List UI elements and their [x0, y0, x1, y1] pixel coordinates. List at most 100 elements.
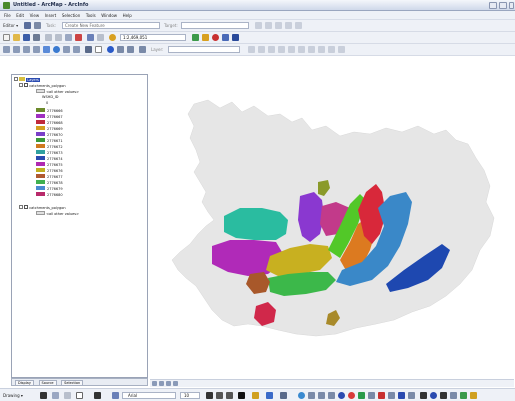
network-tool-3-icon[interactable]	[328, 392, 335, 399]
zoom-in-icon[interactable]	[3, 46, 10, 53]
maximize-button[interactable]	[499, 2, 507, 9]
georef-tool-1-icon[interactable]	[248, 46, 255, 53]
italic-icon[interactable]	[216, 392, 223, 399]
collapse-icon[interactable]	[14, 77, 18, 81]
full-extent-icon[interactable]	[53, 46, 60, 53]
fixed-zoom-in-icon[interactable]	[23, 46, 30, 53]
tab-display[interactable]: Display	[15, 380, 34, 386]
edit-tool-icon[interactable]	[24, 22, 31, 29]
zoom-out-icon[interactable]	[13, 46, 20, 53]
select-elements-icon[interactable]	[95, 46, 102, 53]
previous-extent-icon[interactable]	[63, 46, 70, 53]
menu-edit[interactable]: Edit	[16, 13, 24, 18]
layout-view-icon[interactable]	[159, 381, 164, 386]
refresh-icon[interactable]	[166, 381, 171, 386]
chart-icon[interactable]	[460, 392, 467, 399]
close-button[interactable]	[509, 2, 514, 9]
hyperlink-icon[interactable]	[139, 46, 146, 53]
redo-icon[interactable]	[97, 34, 104, 41]
open-folder-icon[interactable]	[13, 34, 20, 41]
menu-file[interactable]: File	[4, 13, 11, 18]
georef-tool-5-icon[interactable]	[288, 46, 295, 53]
menu-tools[interactable]: Tools	[86, 13, 96, 18]
network-tool-6-icon[interactable]	[358, 392, 365, 399]
measure-icon[interactable]	[127, 46, 134, 53]
network-tool-9-icon[interactable]	[388, 392, 395, 399]
edit-vertices-icon[interactable]	[112, 392, 119, 399]
network-tool-1-icon[interactable]	[308, 392, 315, 399]
info-icon[interactable]	[430, 392, 437, 399]
save-icon[interactable]	[23, 34, 30, 41]
identify-icon[interactable]	[107, 46, 114, 53]
rotate-icon[interactable]	[52, 392, 59, 399]
georef-tool-10-icon[interactable]	[338, 46, 345, 53]
network-tool-11-icon[interactable]	[408, 392, 415, 399]
help-icon[interactable]	[470, 392, 477, 399]
select-elements-arrow-icon[interactable]	[40, 392, 47, 399]
underline-icon[interactable]	[226, 392, 233, 399]
rotate-tool-icon[interactable]	[265, 22, 272, 29]
collapse-icon[interactable]	[19, 205, 23, 209]
copy-icon[interactable]	[55, 34, 62, 41]
menu-selection[interactable]: Selection	[62, 13, 80, 18]
fixed-zoom-out-icon[interactable]	[33, 46, 40, 53]
map-display[interactable]	[150, 74, 514, 379]
rectangle-icon[interactable]	[76, 392, 83, 399]
print-icon[interactable]	[33, 34, 40, 41]
find-icon[interactable]	[117, 46, 124, 53]
binoculars-icon[interactable]	[440, 392, 447, 399]
sketch-properties-icon[interactable]	[285, 22, 292, 29]
georef-tool-7-icon[interactable]	[308, 46, 315, 53]
network-tool-7-icon[interactable]	[368, 392, 375, 399]
globe-icon[interactable]	[298, 392, 305, 399]
toc-root-label[interactable]: Layers	[26, 78, 40, 82]
line-color-icon[interactable]	[266, 392, 273, 399]
network-tool-4-icon[interactable]	[338, 392, 345, 399]
georef-tool-8-icon[interactable]	[318, 46, 325, 53]
menu-view[interactable]: View	[30, 13, 40, 18]
attributes-icon[interactable]	[275, 22, 282, 29]
zoom-whole-page-icon[interactable]	[64, 392, 71, 399]
layer2-name[interactable]: catchments_polygon	[29, 206, 65, 210]
layer-visibility-checkbox[interactable]	[24, 83, 29, 87]
paste-icon[interactable]	[65, 34, 72, 41]
edit-annotation-icon[interactable]	[295, 22, 302, 29]
cut-icon[interactable]	[45, 34, 52, 41]
next-extent-icon[interactable]	[73, 46, 80, 53]
flag-icon[interactable]	[450, 392, 457, 399]
menu-window[interactable]: Window	[101, 13, 117, 18]
editor-menu[interactable]: Editor ▾	[3, 23, 18, 28]
marker-color-icon[interactable]	[280, 392, 287, 399]
delete-icon[interactable]	[75, 34, 82, 41]
georef-tool-4-icon[interactable]	[278, 46, 285, 53]
minimize-button[interactable]	[489, 2, 497, 9]
arctoolbox-icon[interactable]	[202, 34, 209, 41]
tab-source[interactable]: Source	[38, 380, 57, 386]
layer1-name[interactable]: catchments_polygon	[29, 84, 65, 88]
arccatalog-icon[interactable]	[212, 34, 219, 41]
network-tool-8-icon[interactable]	[378, 392, 385, 399]
whats-this-icon[interactable]	[232, 34, 239, 41]
georef-tool-6-icon[interactable]	[298, 46, 305, 53]
target-dropdown[interactable]	[181, 22, 249, 29]
pause-drawing-icon[interactable]	[173, 381, 178, 386]
georef-tool-9-icon[interactable]	[328, 46, 335, 53]
drawing-menu[interactable]: Drawing ▾	[3, 393, 23, 398]
split-tool-icon[interactable]	[255, 22, 262, 29]
font-size-dropdown[interactable]	[180, 392, 200, 399]
add-data-icon[interactable]	[109, 34, 116, 41]
network-tool-5-icon[interactable]	[348, 392, 355, 399]
command-line-icon[interactable]	[222, 34, 229, 41]
data-view-icon[interactable]	[152, 381, 157, 386]
network-tool-2-icon[interactable]	[318, 392, 325, 399]
network-tool-10-icon[interactable]	[398, 392, 405, 399]
menu-insert[interactable]: Insert	[45, 13, 56, 18]
tab-selection[interactable]: Selection	[61, 380, 84, 386]
font-color-icon[interactable]	[238, 392, 245, 399]
layer-visibility-checkbox[interactable]	[24, 205, 29, 209]
map-canvas[interactable]	[150, 74, 514, 379]
georef-tool-2-icon[interactable]	[258, 46, 265, 53]
layer-dropdown[interactable]	[168, 46, 240, 53]
fill-color-icon[interactable]	[252, 392, 259, 399]
editor-toolbar-icon[interactable]	[192, 34, 199, 41]
